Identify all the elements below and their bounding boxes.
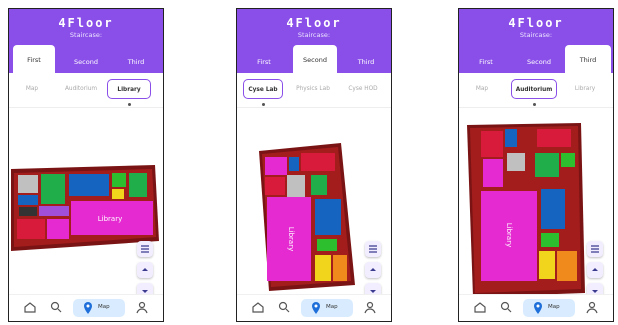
nav-map[interactable]: Map [73,299,125,317]
map-pin-icon [312,302,320,314]
search-icon [50,301,62,313]
nav-search[interactable] [47,299,65,317]
nav-map-label: Map [326,304,338,310]
list-icon [591,245,599,253]
home-icon [252,302,264,313]
location-tab-auditorium[interactable]: Auditorium [511,79,557,99]
location-tab-library[interactable]: Library [563,79,607,99]
nav-profile[interactable] [361,299,379,317]
app-header: 4Floor Staircase: First Second Third [9,9,163,73]
nav-map-label: Map [98,304,110,310]
map-pin-icon [84,302,92,314]
location-tab-map[interactable]: Map [15,79,49,99]
list-icon [141,245,149,253]
tab-third[interactable]: Third [345,47,387,73]
search-icon [500,301,512,313]
floor-up-button[interactable] [587,262,603,278]
nav-home[interactable] [249,299,267,317]
building-title: 4Floor [508,16,564,30]
bottom-navigation: Map [9,294,163,321]
staircase-label: Staircase: [297,31,331,39]
list-button[interactable] [587,241,603,257]
list-button[interactable] [137,241,153,257]
map-pin-icon [534,302,542,314]
nav-map-label: Map [548,304,560,310]
floor-up-button[interactable] [365,262,381,278]
user-icon [586,301,598,314]
user-icon [364,301,376,314]
chevron-up-icon [142,268,148,271]
phone-screen-2: 4Floor Staircase: First Second Third Cys… [236,8,392,322]
floor-up-button[interactable] [137,262,153,278]
tab-second[interactable]: Second [293,45,337,73]
location-tab-cyse-lab[interactable]: Cyse Lab [243,79,283,99]
building-title: 4Floor [286,16,342,30]
location-tab-physics-lab[interactable]: Physics Lab [291,79,335,99]
tab-third[interactable]: Third [565,45,611,73]
floor-tabs: First Second Third [9,45,163,73]
location-tabs: Map Auditorium Library [9,73,163,108]
active-indicator-dot [128,103,131,106]
phone-screen-1: 4Floor Staircase: First Second Third Map… [8,8,164,322]
phone-screen-3: 4Floor Staircase: First Second Third Map… [458,8,614,322]
staircase-label: Staircase: [519,31,553,39]
active-indicator-dot [262,103,265,106]
list-icon [369,245,377,253]
home-icon [474,302,486,313]
floor-tabs: First Second Third [459,45,613,73]
chevron-up-icon [592,268,598,271]
tab-first[interactable]: First [13,45,55,73]
location-tabs: Map Auditorium Library [459,73,613,108]
home-icon [24,302,36,313]
staircase-label: Staircase: [69,31,103,39]
nav-search[interactable] [275,299,293,317]
map-room-library-label: Library [98,215,122,223]
tab-first[interactable]: First [243,47,285,73]
location-tab-cyse-hod[interactable]: Cyse HOD [341,79,385,99]
nav-map[interactable]: Map [301,299,353,317]
app-header: 4Floor Staircase: First Second Third [459,9,613,73]
floor-tabs: First Second Third [237,45,391,73]
tab-third[interactable]: Third [115,47,157,73]
bottom-navigation: Map [237,294,391,321]
nav-profile[interactable] [133,299,151,317]
nav-home[interactable] [471,299,489,317]
nav-map[interactable]: Map [523,299,575,317]
location-tab-map[interactable]: Map [465,79,499,99]
nav-home[interactable] [21,299,39,317]
app-header: 4Floor Staircase: First Second Third [237,9,391,73]
tab-second[interactable]: Second [65,47,107,73]
active-indicator-dot [533,103,536,106]
location-tabs: Cyse Lab Physics Lab Cyse HOD [237,73,391,108]
tab-second[interactable]: Second [517,47,561,73]
nav-search[interactable] [497,299,515,317]
search-icon [278,301,290,313]
map-room-library-label: Library [505,223,513,247]
user-icon [136,301,148,314]
map-room-library-label: Library [287,227,295,251]
chevron-up-icon [370,268,376,271]
list-button[interactable] [365,241,381,257]
location-tab-library[interactable]: Library [107,79,151,99]
tab-first[interactable]: First [465,47,507,73]
location-tab-auditorium[interactable]: Auditorium [59,79,103,99]
building-title: 4Floor [58,16,114,30]
nav-profile[interactable] [583,299,601,317]
bottom-navigation: Map [459,294,613,321]
